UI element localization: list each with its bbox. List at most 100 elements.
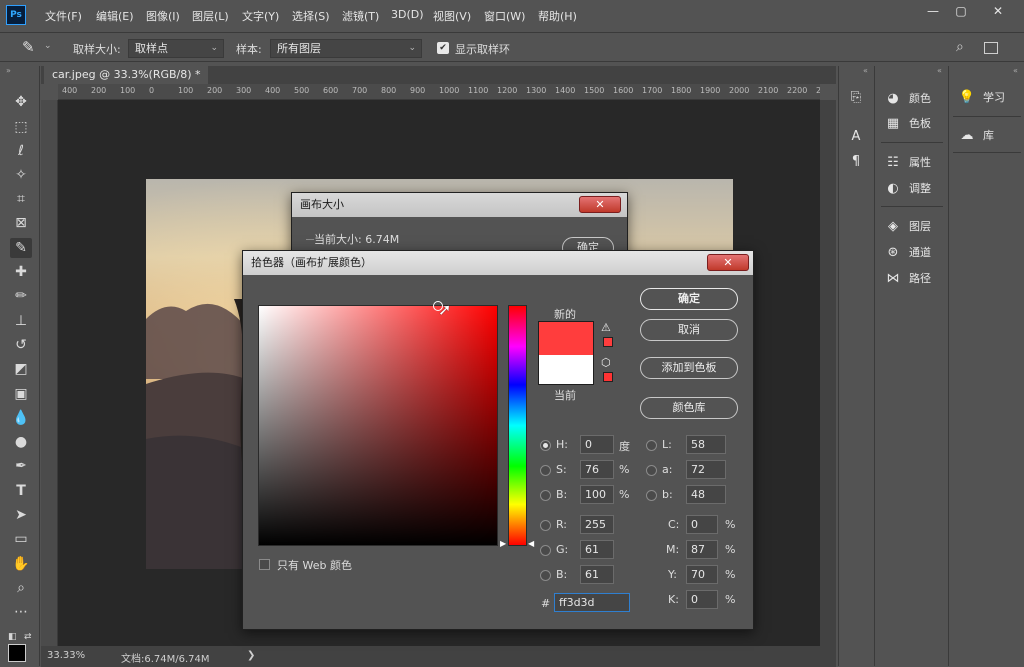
chevron-down-icon[interactable]: ⌄ <box>44 41 52 51</box>
workspace-icon[interactable] <box>984 42 998 54</box>
marquee-tool-icon[interactable]: ⬚ <box>10 117 32 137</box>
a-radio[interactable] <box>646 465 657 476</box>
healing-brush-tool-icon[interactable]: ✚ <box>10 262 32 282</box>
character-panel-icon[interactable]: A <box>848 125 864 147</box>
gamut-swatch[interactable] <box>603 337 613 347</box>
m-field[interactable]: 87 <box>686 540 718 559</box>
lab-b-field[interactable]: 48 <box>686 485 726 504</box>
menu-type[interactable]: 文字(Y) <box>242 8 279 24</box>
r-field[interactable]: 255 <box>580 515 614 534</box>
eyedropper-preset-icon[interactable]: ✎ <box>22 38 35 56</box>
swap-colors-icon[interactable]: ⇄ <box>24 632 32 642</box>
collapse-arrows-icon[interactable]: « <box>1013 66 1018 75</box>
close-button[interactable]: ✕ <box>707 254 749 271</box>
default-colors-icon[interactable]: ◧ <box>8 632 17 642</box>
web-safe-swatch[interactable] <box>603 372 613 382</box>
search-icon[interactable]: ⌕ <box>956 39 964 55</box>
menu-edit[interactable]: 编辑(E) <box>96 8 134 24</box>
panel-adjustments[interactable]: ◐ 调整 <box>885 177 931 199</box>
close-button[interactable]: ✕ <box>579 196 621 213</box>
zoom-tool-icon[interactable]: ⌕ <box>10 578 32 598</box>
b-field[interactable]: 100 <box>580 485 614 504</box>
panel-swatches[interactable]: ▦ 色板 <box>885 112 931 134</box>
menu-layer[interactable]: 图层(L) <box>192 8 229 24</box>
document-tab[interactable]: car.jpeg @ 33.3%(RGB/8) * × <box>44 66 208 99</box>
path-select-tool-icon[interactable]: ➤ <box>10 505 32 525</box>
rectangle-tool-icon[interactable]: ▭ <box>10 529 32 549</box>
rgb-b-field[interactable]: 61 <box>580 565 614 584</box>
maximize-button[interactable]: ▢ <box>946 0 976 22</box>
collapse-arrows-icon[interactable]: « <box>863 66 868 75</box>
panel-learn[interactable]: 💡 学习 <box>959 86 1005 108</box>
l-radio[interactable] <box>646 440 657 451</box>
more-tools-icon[interactable]: ⋯ <box>10 602 32 622</box>
menu-window[interactable]: 窗口(W) <box>484 8 525 24</box>
pen-tool-icon[interactable]: ✒ <box>10 456 32 476</box>
vertical-scrollbar[interactable] <box>820 100 836 646</box>
move-tool-icon[interactable]: ✥ <box>10 92 32 112</box>
cancel-button[interactable]: 取消 <box>640 319 738 341</box>
lab-b-radio[interactable] <box>646 490 657 501</box>
dodge-tool-icon[interactable]: ● <box>10 432 32 452</box>
hue-slider[interactable] <box>508 305 527 546</box>
h-radio[interactable] <box>540 440 551 451</box>
show-ring-checkbox[interactable]: ✔ <box>437 42 449 54</box>
gradient-tool-icon[interactable]: ▣ <box>10 384 32 404</box>
foreground-color-swatch[interactable] <box>8 644 26 662</box>
k-field[interactable]: 0 <box>686 590 718 609</box>
out-of-gamut-warning-icon[interactable]: ⚠ <box>601 321 611 334</box>
hand-tool-icon[interactable]: ✋ <box>10 554 32 574</box>
rgb-b-radio[interactable] <box>540 570 551 581</box>
close-window-button[interactable]: ✕ <box>978 0 1018 22</box>
panel-libraries[interactable]: ☁ 库 <box>959 124 995 146</box>
color-field[interactable] <box>258 305 498 546</box>
s-radio[interactable] <box>540 465 551 476</box>
type-tool-icon[interactable]: T <box>10 481 32 501</box>
color-libraries-button[interactable]: 颜色库 <box>640 397 738 419</box>
g-field[interactable]: 61 <box>580 540 614 559</box>
panel-channels[interactable]: ⊛ 通道 <box>885 241 931 263</box>
frame-tool-icon[interactable]: ⊠ <box>10 213 32 233</box>
hex-field[interactable]: ff3d3d <box>554 593 630 612</box>
brush-tool-icon[interactable]: ✏ <box>10 286 32 306</box>
r-radio[interactable] <box>540 520 551 531</box>
clone-stamp-tool-icon[interactable]: ⊥ <box>10 311 32 331</box>
sample-size-select[interactable]: 取样点 ⌄ <box>128 39 224 58</box>
menu-filter[interactable]: 滤镜(T) <box>342 8 379 24</box>
menu-3d[interactable]: 3D(D) <box>391 8 424 21</box>
panel-properties[interactable]: ☷ 属性 <box>885 151 931 173</box>
menu-view[interactable]: 视图(V) <box>433 8 471 24</box>
b-radio[interactable] <box>540 490 551 501</box>
hue-slider-left-arrow[interactable]: ▶ <box>500 539 506 548</box>
panel-color[interactable]: ◕ 颜色 <box>885 87 931 109</box>
menu-help[interactable]: 帮助(H) <box>538 8 577 24</box>
zoom-level[interactable]: 33.33% <box>47 650 85 661</box>
paragraph-panel-icon[interactable]: ¶ <box>848 150 864 172</box>
s-field[interactable]: 76 <box>580 460 614 479</box>
blur-tool-icon[interactable]: 💧 <box>10 408 32 428</box>
c-field[interactable]: 0 <box>686 515 718 534</box>
ok-button[interactable]: 确定 <box>640 288 738 310</box>
history-panel-icon[interactable]: ⎘ <box>848 86 864 108</box>
y-field[interactable]: 70 <box>686 565 718 584</box>
hue-slider-right-arrow[interactable]: ◀ <box>528 539 534 548</box>
panel-paths[interactable]: ⋈ 路径 <box>885 267 932 289</box>
menu-file[interactable]: 文件(F) <box>45 8 82 24</box>
collapse-arrows-icon[interactable]: « <box>937 66 942 75</box>
minimize-button[interactable]: — <box>918 0 948 22</box>
web-only-checkbox[interactable] <box>259 559 270 570</box>
menu-select[interactable]: 选择(S) <box>292 8 330 24</box>
history-brush-tool-icon[interactable]: ↺ <box>10 335 32 355</box>
add-to-swatches-button[interactable]: 添加到色板 <box>640 357 738 379</box>
web-safe-cube-icon[interactable]: ⬡ <box>601 356 611 369</box>
h-field[interactable]: 0 <box>580 435 614 454</box>
menu-image[interactable]: 图像(I) <box>146 8 180 24</box>
l-field[interactable]: 58 <box>686 435 726 454</box>
a-field[interactable]: 72 <box>686 460 726 479</box>
sample-select[interactable]: 所有图层 ⌄ <box>270 39 422 58</box>
panel-layers[interactable]: ◈ 图层 <box>885 215 931 237</box>
collapse-arrows-icon[interactable]: » <box>6 66 11 75</box>
eyedropper-tool-icon[interactable]: ✎ <box>10 238 32 258</box>
eraser-tool-icon[interactable]: ◩ <box>10 359 32 379</box>
quick-select-tool-icon[interactable]: ✧ <box>10 165 32 185</box>
